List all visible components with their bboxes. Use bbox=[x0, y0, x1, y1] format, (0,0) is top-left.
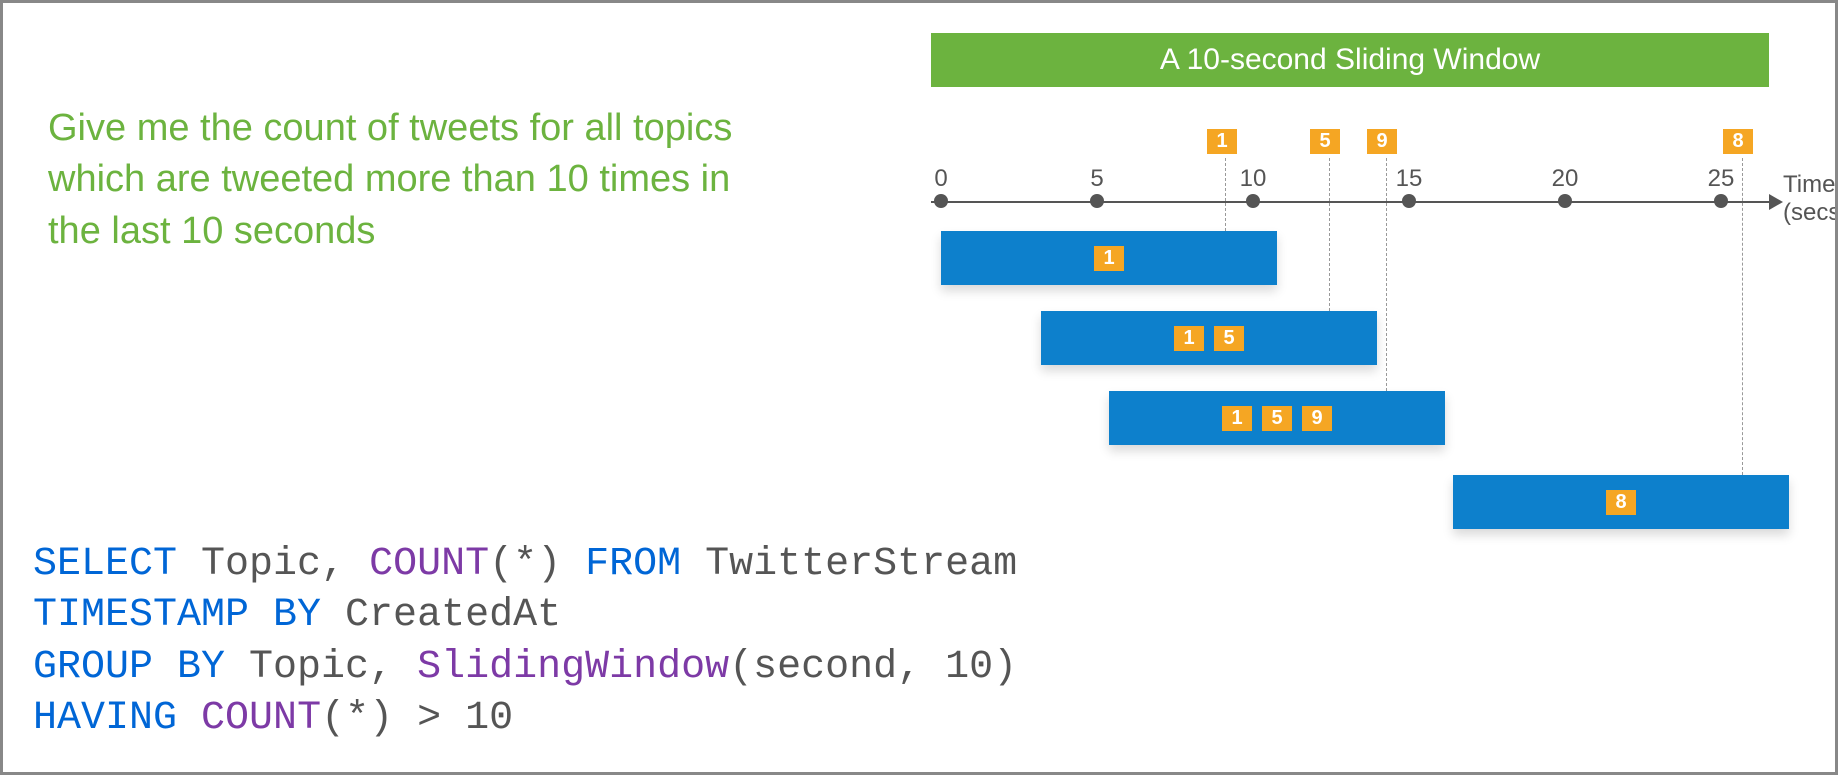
window-event-badge: 5 bbox=[1214, 326, 1244, 351]
drop-line bbox=[1386, 158, 1387, 391]
axis-tick-label: 15 bbox=[1396, 165, 1423, 193]
sql-code-block: SELECT Topic, COUNT(*) FROM TwitterStrea… bbox=[33, 539, 1017, 744]
id-stream: TwitterStream bbox=[681, 542, 1017, 587]
drop-line bbox=[1329, 158, 1330, 311]
op-star: (*) bbox=[489, 542, 585, 587]
event-badge: 9 bbox=[1367, 129, 1397, 154]
axis-tick bbox=[1402, 194, 1416, 208]
fn-count: COUNT bbox=[369, 542, 489, 587]
drop-line bbox=[1742, 158, 1743, 475]
window-event-badge: 1 bbox=[1174, 326, 1204, 351]
axis-unit-secs: (secs) bbox=[1783, 199, 1838, 227]
sp bbox=[177, 696, 201, 741]
event-badge: 5 bbox=[1310, 129, 1340, 154]
axis-tick bbox=[1714, 194, 1728, 208]
axis-unit-time: Time bbox=[1783, 171, 1838, 199]
axis-tick-label: 10 bbox=[1240, 165, 1267, 193]
kw-timestampby: TIMESTAMP BY bbox=[33, 593, 321, 638]
id-gb-topic: Topic, bbox=[225, 645, 417, 690]
diagram-title: A 10-second Sliding Window bbox=[1160, 43, 1540, 77]
event-badge: 1 bbox=[1207, 129, 1237, 154]
diagram-title-bar: A 10-second Sliding Window bbox=[931, 33, 1769, 87]
drop-line bbox=[1225, 158, 1226, 231]
axis-tick bbox=[1558, 194, 1572, 208]
op-cond: (*) > 10 bbox=[321, 696, 513, 741]
fn-slidingwindow: SlidingWindow bbox=[417, 645, 729, 690]
kw-having: HAVING bbox=[33, 696, 177, 741]
axis-tick bbox=[1246, 194, 1260, 208]
window-event-badge: 5 bbox=[1262, 406, 1292, 431]
window-event-badge: 9 bbox=[1302, 406, 1332, 431]
axis-tick-label: 25 bbox=[1708, 165, 1735, 193]
axis-tick-label: 0 bbox=[934, 165, 947, 193]
kw-groupby: GROUP BY bbox=[33, 645, 225, 690]
axis-tick bbox=[1090, 194, 1104, 208]
axis-unit-label: Time (secs) bbox=[1783, 171, 1838, 226]
page-root: Give me the count of tweets for all topi… bbox=[0, 0, 1838, 775]
window-event-badge: 8 bbox=[1606, 490, 1636, 515]
window-bar: 1 bbox=[941, 231, 1277, 285]
window-bar: 8 bbox=[1453, 475, 1789, 529]
id-topic: Topic, bbox=[177, 542, 369, 587]
axis-tick bbox=[934, 194, 948, 208]
op-sw-args: (second, 10) bbox=[729, 645, 1017, 690]
window-event-badge: 1 bbox=[1094, 246, 1124, 271]
id-createdat: CreatedAt bbox=[321, 593, 561, 638]
axis-tick-label: 20 bbox=[1552, 165, 1579, 193]
window-bar: 159 bbox=[1109, 391, 1445, 445]
kw-from: FROM bbox=[585, 542, 681, 587]
event-badge: 8 bbox=[1723, 129, 1753, 154]
sliding-window-diagram: A 10-second Sliding Window Time (secs) 0… bbox=[921, 33, 1801, 603]
fn-count2: COUNT bbox=[201, 696, 321, 741]
axis-tick-label: 5 bbox=[1090, 165, 1103, 193]
description-text: Give me the count of tweets for all topi… bbox=[48, 103, 748, 257]
axis-line bbox=[931, 201, 1771, 203]
window-bar: 15 bbox=[1041, 311, 1377, 365]
axis-arrow-icon bbox=[1769, 194, 1783, 210]
kw-select: SELECT bbox=[33, 542, 177, 587]
window-event-badge: 1 bbox=[1222, 406, 1252, 431]
